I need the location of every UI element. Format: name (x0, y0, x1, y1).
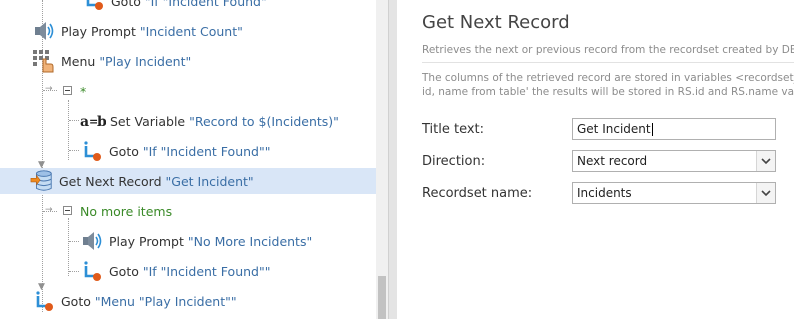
tree-node-keyword: Set Variable (110, 113, 186, 129)
recordset-name-value: Incidents (577, 186, 632, 200)
properties-panel: Get Next Record Retrieves the next or pr… (397, 0, 794, 319)
branch-label: No more items (80, 203, 173, 219)
tree-node-keyword: Play Prompt (109, 233, 184, 249)
panel-description: Retrieves the next or previous record fr… (422, 44, 794, 56)
collapse-toggle-icon[interactable] (63, 206, 72, 215)
tree-row-goto-menu[interactable]: Goto "Menu "Play Incident"" (0, 288, 376, 314)
scrollbar-thumb[interactable] (378, 276, 386, 319)
goto-icon (80, 140, 104, 162)
goto-icon (32, 290, 56, 312)
speaker-icon (80, 230, 104, 252)
tree-node-target: "No More Incidents" (187, 233, 313, 249)
direction-select[interactable]: Next record (572, 150, 776, 172)
panel-note-line: The columns of the retrieved record are … (422, 72, 794, 84)
text-caret (651, 123, 653, 136)
tree-row-menu[interactable]: Menu "Play Incident" (0, 48, 376, 74)
tree-scrollbar[interactable] (376, 0, 388, 319)
database-icon (30, 170, 54, 192)
direction-value: Next record (577, 154, 648, 168)
call-flow-tree[interactable]: ▼ ▼ → → Goto "If "Incident Found" Play P… (0, 0, 376, 319)
ab-variable-icon: a = b (80, 110, 106, 132)
tree-node-keyword: Goto (109, 263, 139, 279)
tree-row-no-more-items[interactable]: No more items (0, 198, 376, 224)
chevron-down-icon[interactable] (756, 183, 775, 203)
tree-node-keyword: Goto (109, 143, 139, 159)
tree-row-menu-branch[interactable]: * (0, 78, 376, 104)
tree-node-keyword: Get Next Record (59, 173, 162, 189)
recordset-name-label: Recordset name: (422, 186, 533, 201)
goto-icon (80, 260, 104, 282)
tree-row-get-next-record[interactable]: Get Next Record "Get Incident" (0, 168, 376, 194)
tree-node-keyword: Goto (61, 293, 91, 309)
collapse-toggle-icon[interactable] (63, 86, 72, 95)
panel-title: Get Next Record (422, 12, 570, 33)
tree-node-keyword: Goto (111, 0, 141, 9)
tree-row-set-variable[interactable]: a = b Set Variable "Record to $(Incidents)… (0, 108, 376, 134)
tree-node-target: "Record to $(Incidents)" (189, 113, 339, 129)
chevron-down-icon[interactable] (756, 151, 775, 171)
tree-node-keyword: Play Prompt (61, 23, 136, 39)
title-text-value: Get Incident (577, 122, 651, 136)
pane-splitter[interactable] (388, 0, 397, 319)
branch-label: * (80, 83, 87, 99)
panel-note-line: id, name from table' the results will be… (422, 86, 794, 98)
svg-text:a: a (80, 114, 89, 130)
tree-row-goto-top[interactable]: Goto "If "Incident Found" (0, 0, 376, 14)
keypad-menu-icon (32, 50, 56, 73)
tree-row-play-prompt-no-more[interactable]: Play Prompt "No More Incidents" (0, 228, 376, 254)
tree-node-keyword: Menu (61, 53, 96, 69)
tree-node-target: "Menu "Play Incident"" (94, 293, 237, 309)
direction-label: Direction: (422, 154, 486, 169)
tree-row-play-prompt-count[interactable]: Play Prompt "Incident Count" (0, 18, 376, 44)
svg-text:b: b (97, 114, 106, 130)
tree-row-goto-incident-found[interactable]: Goto "If "Incident Found"" (0, 138, 376, 164)
tree-node-target: "If "Incident Found" (144, 0, 267, 9)
tree-row-goto-incident-found[interactable]: Goto "If "Incident Found"" (0, 258, 376, 284)
goto-icon (82, 0, 106, 12)
recordset-name-select[interactable]: Incidents (572, 182, 776, 204)
tree-node-target: "If "Incident Found"" (142, 143, 271, 159)
tree-node-target: "If "Incident Found"" (142, 263, 271, 279)
title-text-input[interactable]: Get Incident (572, 118, 776, 140)
tree-node-target: "Get Incident" (165, 173, 254, 189)
tree-node-target: "Play Incident" (99, 53, 192, 69)
divider (422, 62, 794, 63)
title-text-label: Title text: (422, 122, 485, 137)
speaker-icon (32, 20, 56, 42)
tree-node-target: "Incident Count" (139, 23, 243, 39)
